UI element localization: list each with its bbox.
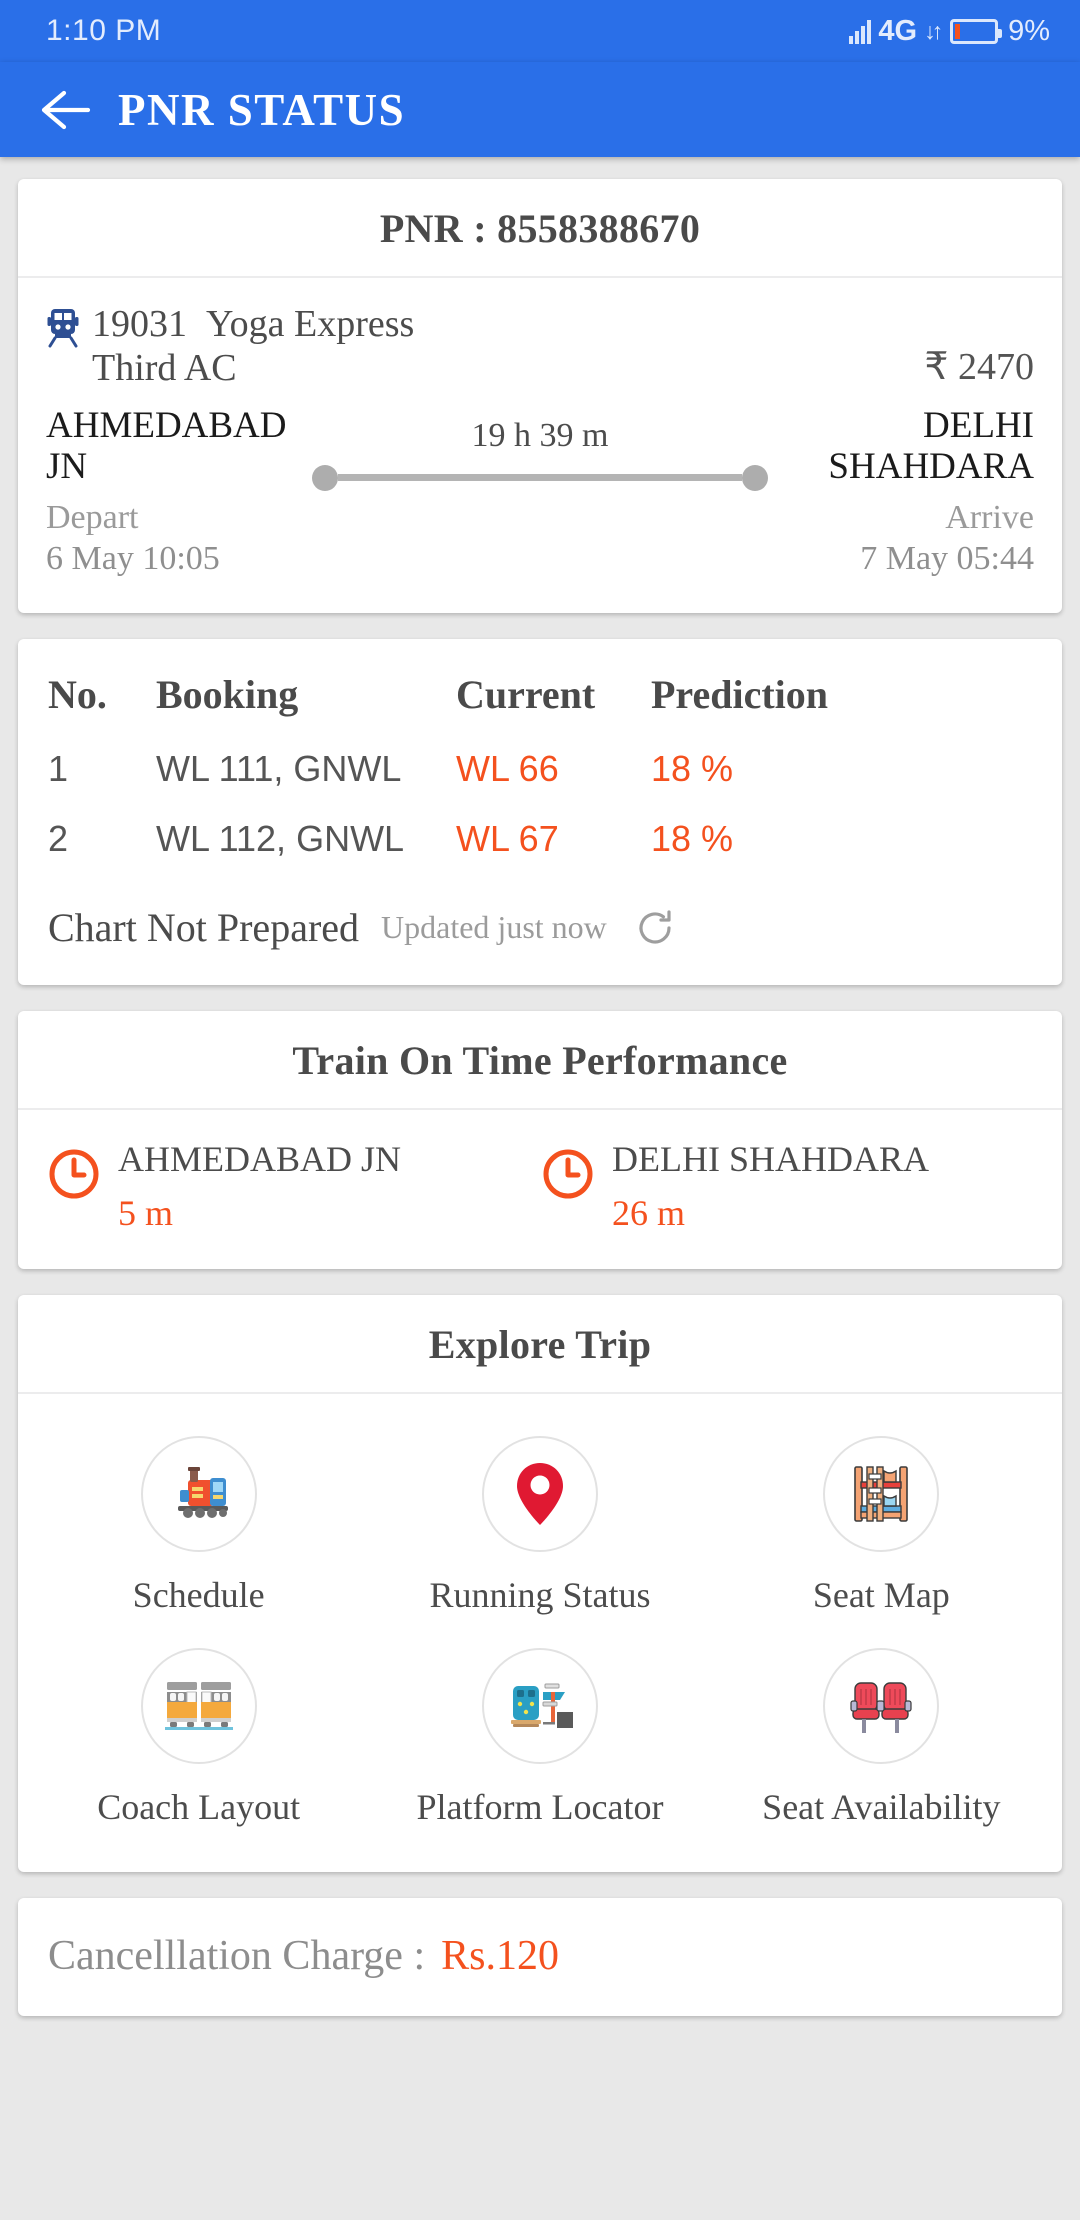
otp-origin-item: AHMEDABAD JN 5 m (46, 1138, 540, 1234)
row-booking-status: WL 111, GNWL (156, 748, 402, 790)
explore-tile-label: Seat Map (812, 1574, 950, 1615)
locomotive-icon (140, 1435, 257, 1552)
row-current-status: WL 66 (456, 748, 559, 790)
otp-destination-item: DELHI SHAHDARA 26 m (540, 1138, 1034, 1234)
app-bar: PNR STATUS (0, 62, 1080, 157)
depart-label: Depart (46, 498, 139, 536)
origin-station: AHMEDABAD JN (46, 404, 287, 488)
duration-block: 19 h 39 m (298, 417, 782, 491)
train-icon (46, 308, 80, 353)
destination-block: DELHI SHAHDARA Arrive 7 May 05:44 (782, 405, 1034, 579)
train-info-row: 19031 Yoga Express Third AC ₹ 2470 (18, 278, 1062, 391)
pnr-number-header: PNR : 8558388670 (18, 179, 1062, 278)
chart-status-row: Chart Not Prepared Updated just now (18, 886, 1062, 985)
explore-tile-seat-availability[interactable]: Seat Availability (711, 1630, 1052, 1842)
battery-low-icon (950, 18, 1003, 44)
otp-delay-value: 5 m (118, 1192, 174, 1233)
explore-trip-header: Explore Trip (18, 1295, 1062, 1394)
explore-tile-platform-locator[interactable]: Platform Locator (369, 1630, 710, 1842)
cancellation-charge-value: Rs.120 (441, 1932, 559, 1979)
row-prediction: 18 % (651, 748, 734, 790)
arrive-label: Arrive (945, 498, 1034, 536)
row-number: 2 (48, 818, 69, 860)
status-bar: 1:10 PM 4G ↓↑ 9% (0, 0, 1080, 62)
route-connector (338, 474, 742, 482)
table-row: 2 WL 112, GNWL WL 67 18 % (48, 804, 1032, 874)
passenger-status-table: No. Booking Current Prediction 1 WL 111,… (18, 639, 1062, 886)
coach-icon (140, 1647, 257, 1764)
column-header-booking: Booking (156, 672, 299, 718)
explore-tile-label: Platform Locator (416, 1786, 664, 1827)
data-transfer-icon: ↓↑ (924, 17, 943, 44)
cancellation-charge-card: Cancelllation Charge : Rs.120 (18, 1897, 1062, 2016)
explore-tile-label: Schedule (132, 1574, 265, 1615)
updated-timestamp: Updated just now (381, 909, 607, 946)
explore-trip-card: Explore Trip Schedule Running Status Sea… (18, 1294, 1062, 1872)
journey-route: AHMEDABAD JN Depart 6 May 10:05 19 h 39 … (18, 391, 1062, 613)
explore-tile-label: Running Status (429, 1574, 651, 1615)
otp-delay-value: 26 m (612, 1192, 686, 1233)
explore-tile-label: Seat Availability (762, 1786, 1001, 1827)
arrive-time: 7 May 05:44 (860, 539, 1034, 577)
table-header-row: No. Booking Current Prediction (48, 665, 1032, 734)
table-row: 1 WL 111, GNWL WL 66 18 % (48, 734, 1032, 804)
column-header-prediction: Prediction (651, 672, 829, 718)
destination-station: DELHI SHAHDARA (828, 404, 1034, 488)
on-time-performance-header: Train On Time Performance (18, 1011, 1062, 1111)
route-line (312, 464, 768, 491)
row-booking-status: WL 112, GNWL (156, 818, 405, 860)
origin-block: AHMEDABAD JN Depart 6 May 10:05 (46, 405, 298, 579)
travel-class-label: Third AC (92, 347, 237, 390)
train-identity: 19031 Yoga Express Third AC (46, 302, 414, 391)
cancellation-charge-label: Cancelllation Charge : (48, 1932, 426, 1979)
passenger-status-card: No. Booking Current Prediction 1 WL 111,… (18, 639, 1062, 986)
explore-tile-running-status[interactable]: Running Status (369, 1418, 710, 1630)
column-header-current: Current (456, 672, 596, 718)
network-type-label: 4G (878, 14, 918, 47)
bunk-bed-icon (823, 1435, 940, 1552)
origin-dot-icon (312, 464, 338, 491)
on-time-performance-body: AHMEDABAD JN 5 m DELHI SHAHDARA 26 m (18, 1110, 1062, 1268)
destination-dot-icon (742, 464, 768, 491)
column-header-no: No. (48, 672, 107, 718)
otp-station-name: AHMEDABAD JN (118, 1139, 402, 1180)
status-time: 1:10 PM (46, 14, 162, 47)
train-title: Yoga Express (206, 303, 415, 345)
back-arrow-icon[interactable] (40, 84, 92, 136)
page-scroll-area[interactable]: PNR : 8558388670 19031 Yoga Express Thir… (0, 157, 1080, 2016)
row-current-status: WL 67 (456, 818, 559, 860)
chart-status-label: Chart Not Prepared (48, 905, 360, 951)
depart-time: 6 May 10:05 (46, 539, 220, 577)
page-title: PNR STATUS (118, 84, 406, 135)
map-pin-icon (481, 1435, 598, 1552)
explore-trip-grid: Schedule Running Status Seat Map Coach L… (18, 1394, 1062, 1872)
explore-tile-schedule[interactable]: Schedule (28, 1418, 369, 1630)
clock-icon (540, 1146, 596, 1207)
explore-tile-seat-map[interactable]: Seat Map (711, 1418, 1052, 1630)
refresh-icon[interactable] (633, 906, 677, 950)
signal-bars-icon (849, 18, 872, 44)
otp-station-name: DELHI SHAHDARA (612, 1139, 929, 1180)
explore-tile-coach-layout[interactable]: Coach Layout (28, 1630, 369, 1842)
status-indicators: 4G ↓↑ 9% (849, 15, 1050, 48)
train-name-label: 19031 Yoga Express (92, 302, 414, 346)
explore-tile-label: Coach Layout (97, 1786, 301, 1827)
cancellation-charge-row: Cancelllation Charge : Rs.120 (18, 1898, 1062, 2016)
on-time-performance-card: Train On Time Performance AHMEDABAD JN 5… (18, 1011, 1062, 1269)
row-number: 1 (48, 748, 69, 790)
fare-amount: ₹ 2470 (924, 346, 1034, 388)
train-number: 19031 (92, 303, 187, 345)
journey-duration: 19 h 39 m (471, 416, 609, 454)
pnr-details-card: PNR : 8558388670 19031 Yoga Express Thir… (18, 179, 1062, 614)
platform-icon (481, 1647, 598, 1764)
row-prediction: 18 % (651, 818, 734, 860)
clock-icon (46, 1146, 102, 1207)
battery-percent-label: 9% (1008, 14, 1050, 47)
seats-icon (823, 1647, 940, 1764)
